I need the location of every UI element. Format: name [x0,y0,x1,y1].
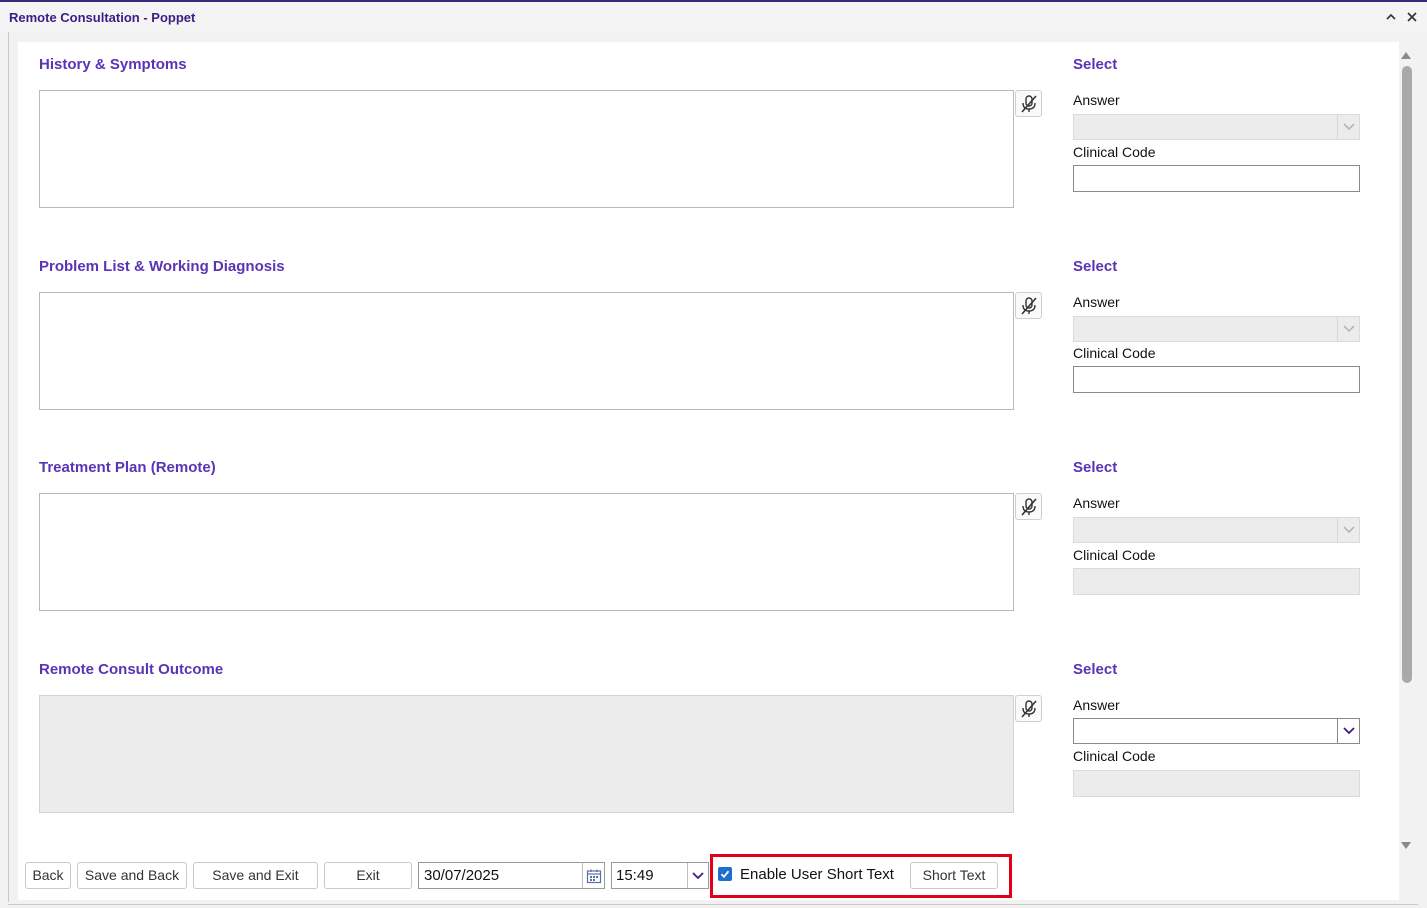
section-title-history: History & Symptoms [39,56,187,73]
calendar-icon[interactable] [582,863,604,888]
scrollbar-thumb[interactable] [1402,66,1412,683]
scroll-down-arrow-icon[interactable] [1400,839,1412,851]
window-title: Remote Consultation - Poppet [9,10,196,25]
select-heading: Select [1073,56,1118,73]
history-textarea[interactable] [39,90,1014,208]
clinical-code-input[interactable] [1073,366,1360,393]
answer-label: Answer [1073,294,1120,310]
section-title-outcome: Remote Consult Outcome [39,661,224,678]
section-title-treatment-plan: Treatment Plan (Remote) [39,459,216,476]
section-title-problem-list: Problem List & Working Diagnosis [39,258,285,275]
clinical-code-label: Clinical Code [1073,144,1156,160]
close-icon[interactable] [1404,10,1420,26]
answer-label: Answer [1073,697,1120,713]
answer-dropdown[interactable] [1073,316,1360,342]
enable-short-text-label[interactable]: Enable User Short Text [740,866,894,883]
title-bar: Remote Consultation - Poppet [0,2,1427,32]
clinical-code-input[interactable] [1073,568,1360,595]
scroll-up-arrow-icon[interactable] [1400,48,1412,60]
frame-border [8,32,9,902]
clinical-code-input[interactable] [1073,770,1360,797]
clinical-code-input[interactable] [1073,165,1360,192]
chevron-up-icon[interactable] [1383,10,1399,26]
mic-off-icon[interactable] [1015,493,1042,520]
answer-label: Answer [1073,495,1120,511]
problem-list-textarea[interactable] [39,292,1014,410]
clinical-code-label: Clinical Code [1073,547,1156,563]
mic-off-icon[interactable] [1015,90,1042,117]
time-field[interactable]: 15:49 [611,862,709,889]
select-heading: Select [1073,661,1118,678]
answer-label: Answer [1073,92,1120,108]
answer-dropdown[interactable] [1073,114,1360,140]
time-value: 15:49 [616,867,654,884]
clinical-code-label: Clinical Code [1073,345,1156,361]
date-value: 30/07/2025 [424,867,500,884]
mic-off-icon[interactable] [1015,292,1042,319]
treatment-plan-textarea[interactable] [39,493,1014,611]
enable-short-text-checkbox[interactable] [718,867,732,881]
chevron-down-icon [1337,719,1359,743]
chevron-down-icon [1337,317,1359,341]
short-text-button[interactable]: Short Text [910,862,998,889]
exit-button[interactable]: Exit [324,862,412,889]
chevron-down-icon[interactable] [687,863,708,888]
save-and-back-button[interactable]: Save and Back [77,862,187,889]
chevron-down-icon [1337,518,1359,542]
answer-dropdown[interactable] [1073,718,1360,744]
date-field[interactable]: 30/07/2025 [418,862,605,889]
answer-dropdown[interactable] [1073,517,1360,543]
save-and-exit-button[interactable]: Save and Exit [193,862,318,889]
clinical-code-label: Clinical Code [1073,748,1156,764]
select-heading: Select [1073,459,1118,476]
chevron-down-icon [1337,115,1359,139]
select-heading: Select [1073,258,1118,275]
back-button[interactable]: Back [25,862,71,889]
outcome-textarea[interactable] [39,695,1014,813]
mic-off-icon[interactable] [1015,695,1042,722]
frame-bottom-border [8,904,1418,905]
